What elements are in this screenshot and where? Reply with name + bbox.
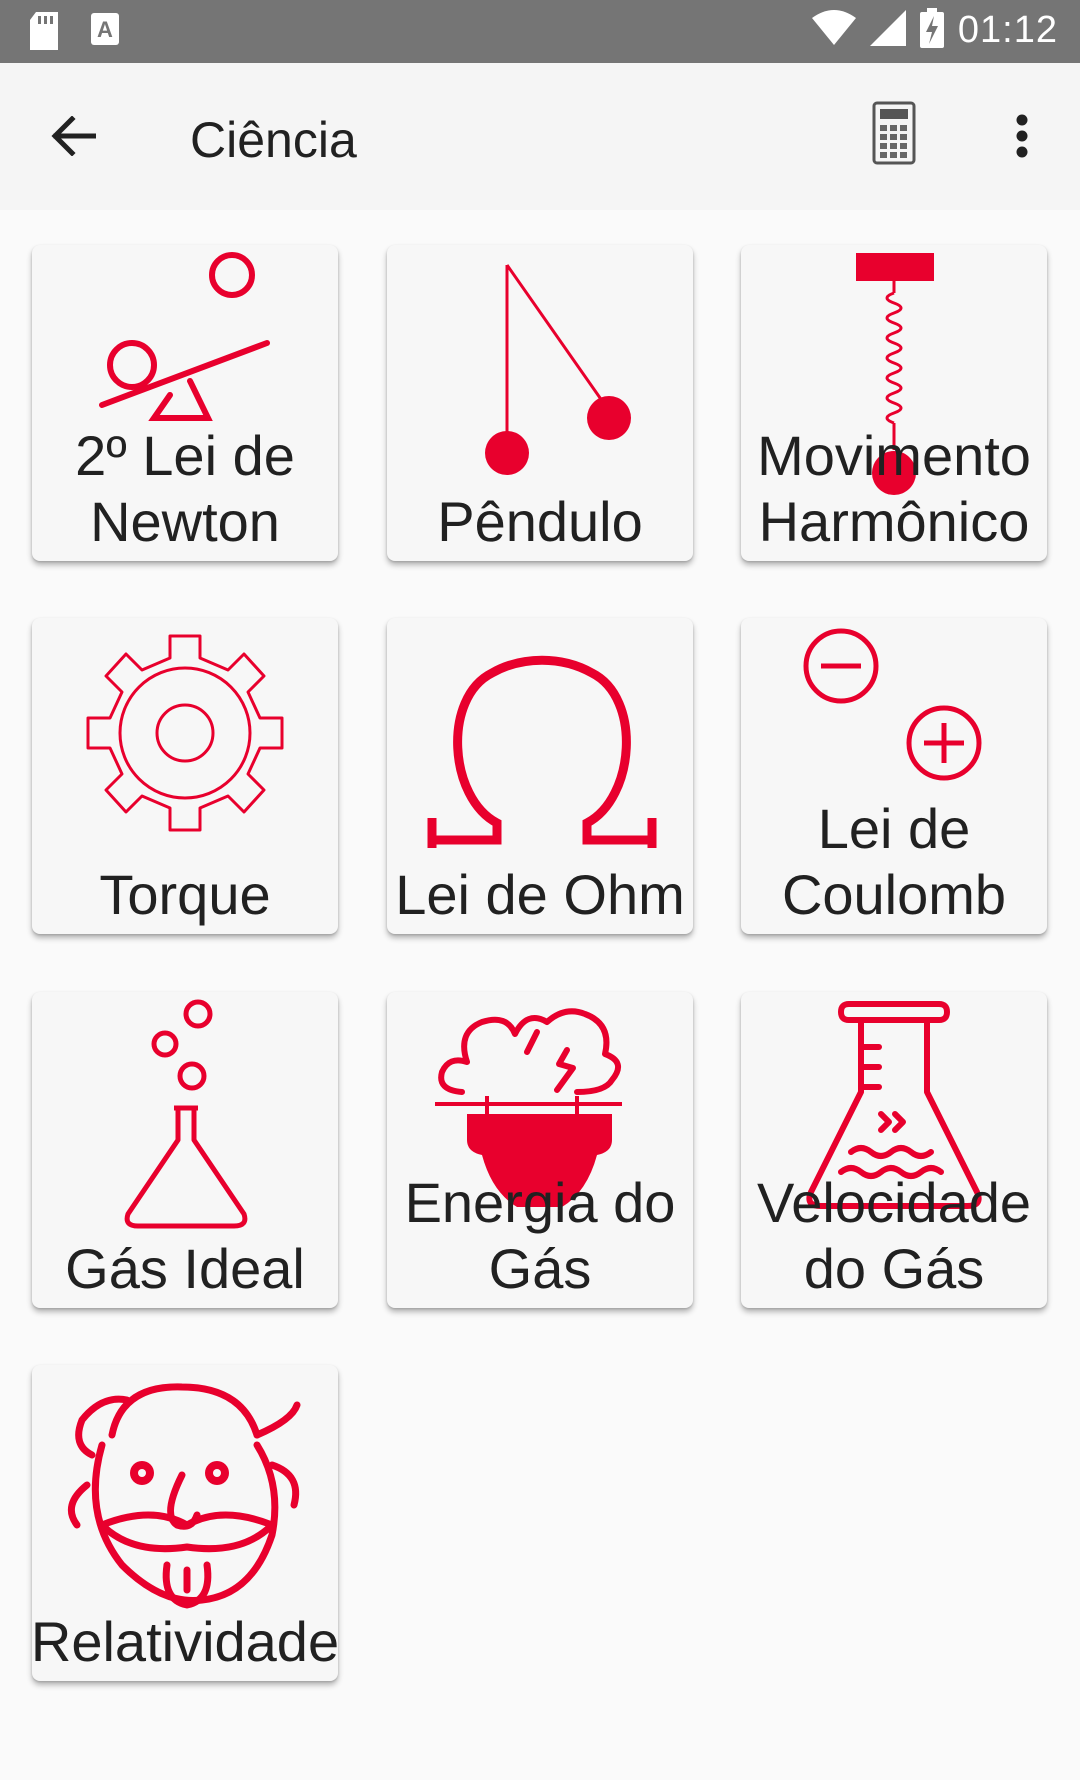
card-energia-do-gas[interactable]: Energia do Gás: [387, 992, 693, 1308]
page-title: Ciência: [190, 112, 357, 168]
card-relatividade[interactable]: Relatividade: [31, 1365, 339, 1681]
svg-text:A: A: [97, 17, 113, 42]
sd-card-icon: [30, 12, 60, 55]
arrow-back-icon: [51, 116, 96, 156]
wifi-icon: [811, 10, 856, 51]
more-vert-icon: [1016, 114, 1028, 158]
calculator-icon: [872, 101, 916, 165]
signal-icon: [869, 10, 906, 51]
card-lei-de-coulomb[interactable]: Lei de Coulomb: [741, 618, 1047, 934]
calculator-button[interactable]: [872, 101, 934, 171]
card-label: Movimento Harmônico: [757, 424, 1031, 553]
card-label: Gás Ideal: [65, 1237, 305, 1300]
card-label: 2º Lei de Newton: [75, 424, 295, 553]
text-a-icon: A: [90, 12, 120, 55]
card-label: Relatividade: [30, 1610, 340, 1673]
card-label: Lei de Ohm: [395, 863, 685, 926]
battery-charging-icon: [919, 8, 944, 53]
card-velocidade-do-gas[interactable]: Velocidade do Gás: [741, 992, 1047, 1308]
card-label: Torque: [99, 863, 271, 926]
app-bar: Ciência: [0, 63, 1080, 210]
card-pendulo[interactable]: Pêndulo: [387, 245, 693, 561]
more-options-button[interactable]: [1000, 103, 1044, 169]
card-label: Lei de Coulomb: [781, 797, 1007, 926]
card-gas-ideal[interactable]: Gás Ideal: [32, 992, 338, 1308]
card-label: Energia do Gás: [404, 1171, 676, 1300]
back-button[interactable]: [40, 103, 106, 169]
status-bar: A 01:12: [0, 0, 1080, 63]
card-label: Velocidade do Gás: [756, 1171, 1031, 1300]
card-segunda-lei-newton[interactable]: 2º Lei de Newton: [32, 245, 338, 561]
card-label: Pêndulo: [437, 490, 643, 553]
card-movimento-harmonico[interactable]: Movimento Harmônico: [741, 245, 1047, 561]
status-time: 01:12: [957, 9, 1058, 51]
card-torque[interactable]: Torque: [32, 618, 338, 934]
card-lei-de-ohm[interactable]: Lei de Ohm: [387, 618, 693, 934]
